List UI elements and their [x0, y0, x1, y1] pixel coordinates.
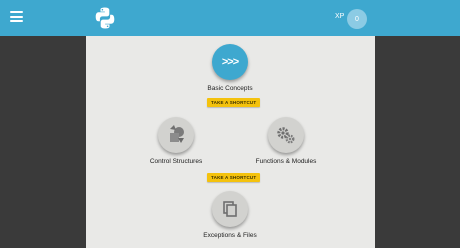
- lesson-basic-concepts[interactable]: >>> Basic Concepts: [207, 44, 253, 92]
- take-shortcut-button-2[interactable]: TAKE A SHORTCUT: [207, 173, 261, 182]
- lesson-label: Control Structures: [149, 158, 203, 165]
- xp-badge[interactable]: 0: [347, 9, 367, 29]
- chevrons-icon: >>>: [221, 56, 239, 68]
- top-app-bar: XP 0: [0, 0, 460, 36]
- lesson-circle[interactable]: [268, 117, 304, 153]
- lesson-exceptions-files[interactable]: Exceptions & Files: [203, 191, 257, 239]
- lesson-control-structures[interactable]: Control Structures: [150, 117, 202, 165]
- files-icon: [223, 201, 237, 217]
- lesson-label: Functions & Modules: [255, 158, 317, 165]
- course-path-panel: >>> Basic Concepts TAKE A SHORTCUT Contr…: [86, 36, 375, 248]
- xp-label: XP: [335, 13, 345, 20]
- gears-icon: [277, 127, 295, 144]
- menu-icon[interactable]: [10, 11, 23, 22]
- lesson-label: Exceptions & Files: [203, 232, 257, 239]
- shapes-icon: [170, 125, 184, 143]
- lesson-circle[interactable]: >>>: [212, 44, 248, 80]
- take-shortcut-button-1[interactable]: TAKE A SHORTCUT: [207, 98, 261, 107]
- lesson-functions-modules[interactable]: Functions & Modules: [256, 117, 316, 165]
- lesson-circle[interactable]: [212, 191, 248, 227]
- python-logo-icon: [95, 7, 115, 29]
- lesson-circle[interactable]: [158, 117, 194, 153]
- lesson-label: Basic Concepts: [207, 85, 253, 92]
